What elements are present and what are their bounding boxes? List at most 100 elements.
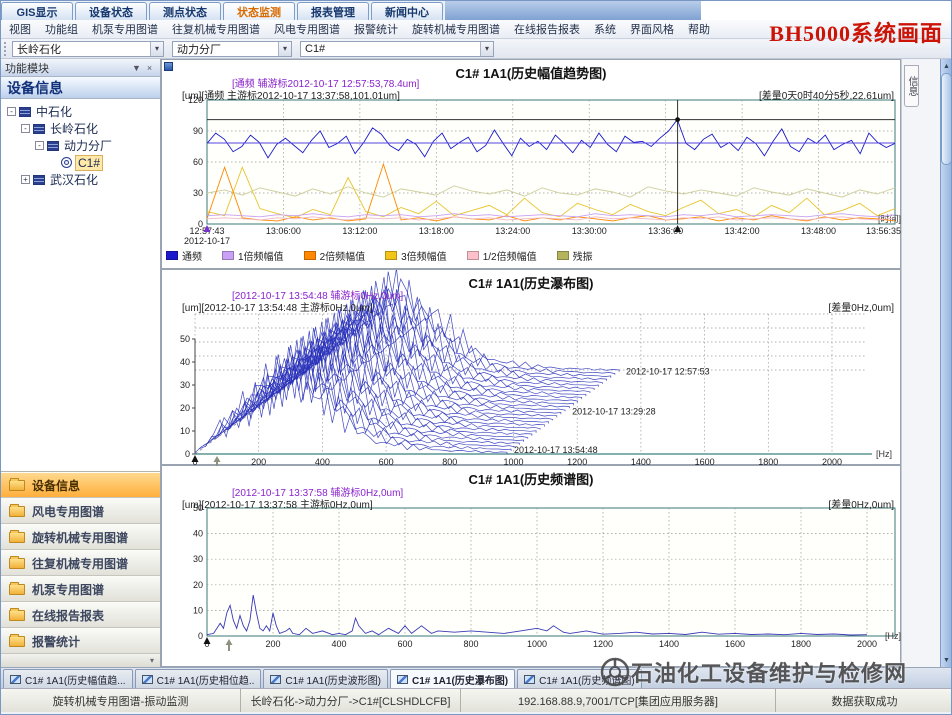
tab-report-mgmt[interactable]: 报表管理 bbox=[297, 2, 369, 20]
doc-tab-waveform[interactable]: C1# 1A1(历史波形图) bbox=[263, 669, 388, 688]
menu-wind-charts[interactable]: 风电专用图谱 bbox=[274, 21, 340, 37]
svg-text:13:56:35: 13:56:35 bbox=[866, 226, 901, 236]
nav-pump-charts[interactable]: 机泵专用图谱 bbox=[1, 576, 160, 602]
menu-online-reports[interactable]: 在线报告报表 bbox=[514, 21, 580, 37]
spectrum-chart-panel: C1# 1A1(历史频谱图) [2012-10-17 13:37:58 辅游标0… bbox=[161, 465, 901, 667]
nav-wind-charts[interactable]: 风电专用图谱 bbox=[1, 498, 160, 524]
menu-alarm-stats[interactable]: 报警统计 bbox=[354, 21, 398, 37]
unit-select-value: C1# bbox=[305, 43, 325, 55]
menu-help[interactable]: 帮助 bbox=[688, 21, 710, 37]
tree-node-changling[interactable]: - 长岭石化 bbox=[5, 120, 160, 137]
chart-tab-icon bbox=[397, 675, 408, 684]
svg-text:13:18:00: 13:18:00 bbox=[419, 226, 454, 236]
chevron-down-icon[interactable]: ▾ bbox=[278, 42, 291, 56]
menu-system[interactable]: 系统 bbox=[594, 21, 616, 37]
svg-text:30: 30 bbox=[193, 554, 203, 564]
tree-node-label: C1# bbox=[75, 155, 103, 171]
nav-label: 风电专用图谱 bbox=[32, 503, 104, 520]
folder-icon bbox=[9, 610, 25, 621]
folder-icon bbox=[9, 480, 25, 491]
tab-gis[interactable]: GIS显示 bbox=[1, 2, 73, 20]
status-bar: 旋转机械专用图谱-振动监测 长岭石化->动力分厂->C1#[CLSHDLCFB]… bbox=[1, 688, 952, 712]
workshop-icon bbox=[47, 141, 59, 151]
svg-text:600: 600 bbox=[397, 639, 412, 649]
spectrum-main-cursor-annotation: [um][2012-10-17 13:37:58 主游标0Hz,0um] bbox=[182, 496, 373, 511]
nav-online-reports[interactable]: 在线报告报表 bbox=[1, 602, 160, 628]
svg-text:1000: 1000 bbox=[503, 457, 523, 466]
doc-tab-spectrum[interactable]: C1# 1A1(历史频谱图) bbox=[517, 669, 642, 688]
doc-tab-label: C1# 1A1(历史频谱图) bbox=[539, 672, 635, 687]
menu-function-group[interactable]: 功能组 bbox=[45, 21, 78, 37]
legend-label: 残振 bbox=[573, 248, 593, 263]
svg-text:1400: 1400 bbox=[631, 457, 651, 466]
tab-point-status[interactable]: 测点状态 bbox=[149, 2, 221, 20]
svg-text:200: 200 bbox=[251, 457, 266, 466]
scroll-up-icon[interactable]: ▲ bbox=[941, 60, 952, 72]
tree-node-power-plant[interactable]: - 动力分厂 bbox=[5, 137, 160, 154]
tree-expander[interactable]: + bbox=[21, 175, 30, 184]
sidebar-header: 功能模块 ▼ × bbox=[1, 59, 160, 77]
unit-select[interactable]: C1# ▾ bbox=[300, 41, 494, 57]
doc-tab-label: C1# 1A1(历史相位趋.. bbox=[157, 672, 255, 687]
close-icon[interactable]: × bbox=[143, 61, 156, 74]
svg-text:2000: 2000 bbox=[822, 457, 842, 466]
tree-node-label: 武汉石化 bbox=[48, 171, 100, 188]
tree-expander[interactable]: - bbox=[35, 141, 44, 150]
tree-node-label: 中石化 bbox=[34, 103, 74, 120]
plant-select-value: 动力分厂 bbox=[177, 41, 221, 57]
toolbar-grip[interactable] bbox=[4, 42, 9, 56]
svg-text:20: 20 bbox=[193, 580, 203, 590]
nav-rotating-charts[interactable]: 旋转机械专用图谱 bbox=[1, 524, 160, 550]
right-side-strip: 信息 ▲ ▼ bbox=[901, 59, 952, 667]
tree-expander bbox=[49, 158, 58, 167]
menu-recip-charts[interactable]: 往复机械专用图谱 bbox=[172, 21, 260, 37]
chevron-down-icon: ▾ bbox=[150, 656, 154, 665]
scrollbar-thumb[interactable] bbox=[941, 73, 952, 165]
svg-text:13:42:00: 13:42:00 bbox=[725, 226, 760, 236]
svg-text:1800: 1800 bbox=[791, 639, 811, 649]
sidebar-title: 功能模块 bbox=[5, 60, 130, 76]
legend-item: 通频 bbox=[166, 248, 202, 263]
svg-text:90: 90 bbox=[193, 126, 203, 136]
svg-text:10: 10 bbox=[193, 605, 203, 615]
nav-recip-charts[interactable]: 往复机械专用图谱 bbox=[1, 550, 160, 576]
chart-grid-icon[interactable] bbox=[164, 62, 173, 71]
plant-select[interactable]: 动力分厂 ▾ bbox=[172, 41, 292, 57]
chevron-down-icon[interactable]: ▾ bbox=[480, 42, 493, 56]
tab-device-status[interactable]: 设备状态 bbox=[75, 2, 147, 20]
doc-tab-waterfall[interactable]: C1# 1A1(历史瀑布图) bbox=[390, 669, 515, 688]
svg-text:800: 800 bbox=[442, 457, 457, 466]
info-side-tab[interactable]: 信息 bbox=[904, 65, 919, 107]
pin-icon[interactable]: ▼ bbox=[130, 61, 143, 74]
menu-view[interactable]: 视图 bbox=[9, 21, 31, 37]
legend-item: 残振 bbox=[557, 248, 593, 263]
menu-pump-charts[interactable]: 机泵专用图谱 bbox=[92, 21, 158, 37]
tab-news-center[interactable]: 新闻中心 bbox=[371, 2, 443, 20]
legend-label: 通频 bbox=[182, 248, 202, 263]
sidebar-collapse-row[interactable]: ▾ bbox=[1, 654, 160, 667]
vertical-scrollbar[interactable]: ▲ ▼ bbox=[940, 59, 952, 667]
device-tree: - 中石化 - 长岭石化 - 动力分厂 C1# bbox=[1, 99, 160, 471]
menu-rotating-charts[interactable]: 旋转机械专用图谱 bbox=[412, 21, 500, 37]
tree-expander[interactable]: - bbox=[21, 124, 30, 133]
tab-condition-monitor[interactable]: 状态监测 bbox=[223, 2, 295, 20]
svg-text:40: 40 bbox=[193, 529, 203, 539]
doc-tab-amplitude-trend[interactable]: C1# 1A1(历史幅值趋... bbox=[3, 669, 133, 688]
tree-expander[interactable]: - bbox=[7, 107, 16, 116]
tree-node-label: 长岭石化 bbox=[48, 120, 100, 137]
doc-tab-phase-trend[interactable]: C1# 1A1(历史相位趋.. bbox=[135, 669, 262, 688]
tree-node-label: 动力分厂 bbox=[62, 137, 114, 154]
nav-alarm-stats[interactable]: 报警统计 bbox=[1, 628, 160, 654]
tree-node-c1[interactable]: C1# bbox=[5, 154, 160, 171]
company-select[interactable]: 长岭石化 ▾ bbox=[12, 41, 164, 57]
scroll-down-icon[interactable]: ▼ bbox=[941, 654, 952, 666]
tree-node-wuhan[interactable]: + 武汉石化 bbox=[5, 171, 160, 188]
tree-node-sinopec[interactable]: - 中石化 bbox=[5, 103, 160, 120]
chevron-down-icon[interactable]: ▾ bbox=[150, 42, 163, 56]
svg-text:0: 0 bbox=[198, 631, 203, 641]
doc-tab-label: C1# 1A1(历史波形图) bbox=[285, 672, 381, 687]
menu-ui-style[interactable]: 界面风格 bbox=[630, 21, 674, 37]
nav-device-info[interactable]: 设备信息 bbox=[1, 472, 160, 498]
status-device-path: 长岭石化->动力分厂->C1#[CLSHDLCFB] bbox=[241, 689, 461, 712]
system-brand-title: BH5000系统画面 bbox=[769, 16, 943, 48]
